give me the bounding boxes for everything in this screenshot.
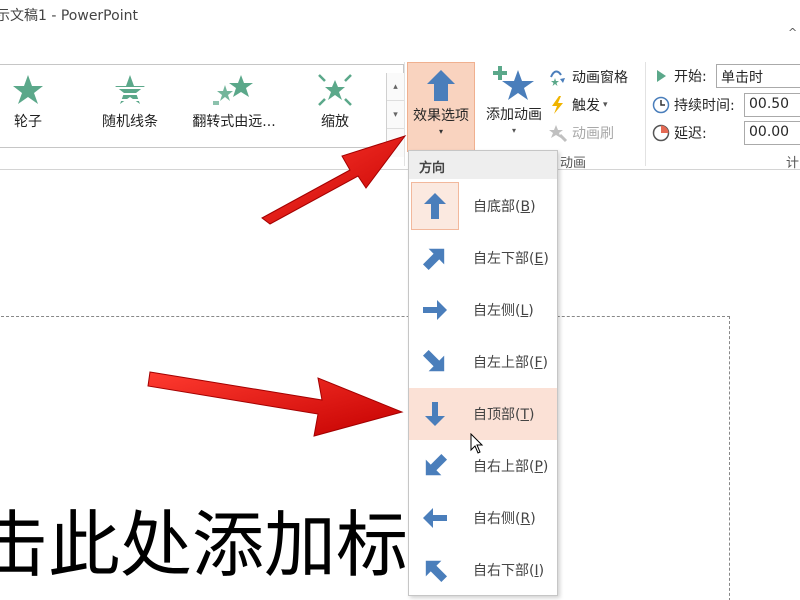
annotation-arrow-to-effect-options <box>261 135 407 225</box>
annotation-arrow-to-from-top <box>147 371 404 437</box>
annotation-arrows <box>147 135 407 437</box>
powerpoint-window: 示文稿1 - PowerPoint ^ 轮子 随机线条 翻转式由远... 缩放 … <box>0 0 800 600</box>
